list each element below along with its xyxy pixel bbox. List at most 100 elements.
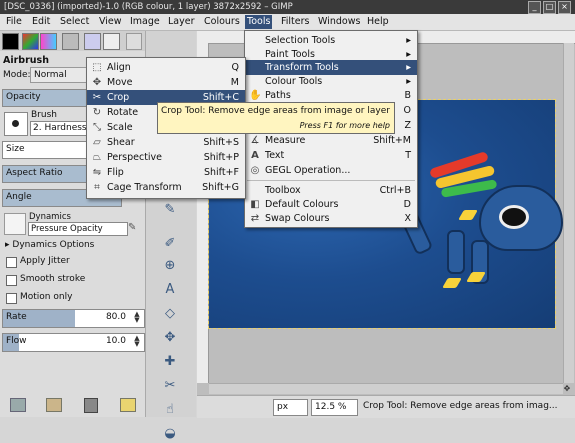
menu-windows[interactable]: Windows	[316, 15, 362, 29]
navigate-icon[interactable]: ✥	[562, 384, 572, 393]
menu-filters[interactable]: Filters	[279, 15, 311, 29]
brush-tab-icon[interactable]	[62, 33, 79, 50]
rate-label: Rate	[6, 312, 27, 322]
fg-colour-icon[interactable]	[2, 33, 19, 50]
menu-item-shortcut: Shift+S	[203, 137, 239, 148]
tooltip-hint: Press F1 for more help	[299, 121, 390, 130]
zoom-tool-icon[interactable]: ⊕	[161, 257, 179, 275]
menu-item-selection-tools[interactable]: Selection Tools ▸	[245, 33, 417, 48]
menu-item-swap-colours[interactable]: ⇄ Swap Colours X	[245, 211, 417, 226]
menu-item-label: Paths	[265, 90, 291, 101]
tool-options-title: Airbrush	[3, 55, 49, 66]
rate-slider[interactable]: Rate 80.0 ▲ ▼	[2, 309, 145, 328]
menu-tools[interactable]: Tools	[245, 15, 273, 29]
rate-spin-icon[interactable]: ▲ ▼	[131, 311, 143, 324]
flow-slider[interactable]: Flow 10.0 ▲ ▼	[2, 333, 145, 352]
paintbrush-tool-icon[interactable]: ✎	[161, 201, 179, 219]
menu-item-move[interactable]: ✥ Move M	[87, 75, 245, 90]
aspect-ratio-label: Aspect Ratio	[6, 168, 63, 178]
gradient-icon[interactable]	[40, 33, 57, 50]
menu-item-label: Colour Tools	[265, 76, 323, 87]
brush-preview[interactable]	[4, 112, 28, 136]
menu-colours[interactable]: Colours	[202, 15, 242, 29]
minimize-button[interactable]: _	[528, 1, 541, 14]
swap-colours-icon: ⇄	[250, 213, 260, 224]
menu-item-align[interactable]: ⬚ Align Q	[87, 60, 245, 75]
close-button[interactable]: ×	[558, 1, 571, 14]
menu-item-label: Align	[107, 62, 131, 73]
menu-file[interactable]: File	[4, 15, 24, 29]
menu-item-toolbox[interactable]: Toolbox Ctrl+B	[245, 183, 417, 198]
delete-options-icon[interactable]	[84, 398, 98, 413]
menu-item-label: Scale	[107, 122, 133, 133]
dynamics-field[interactable]: Pressure Opacity	[28, 222, 128, 236]
menu-item-flip[interactable]: ⇋ Flip Shift+F	[87, 165, 245, 180]
smooth-stroke-checkbox[interactable]	[6, 275, 17, 286]
reset-options-icon[interactable]	[120, 398, 136, 412]
menu-item-shortcut: B	[404, 90, 411, 101]
mode-select[interactable]: Normal	[30, 67, 93, 83]
menu-bar: File Edit Select View Image Layer Colour…	[0, 14, 575, 31]
motion-only-checkbox[interactable]	[6, 293, 17, 304]
menu-item-cage-transform[interactable]: ⌗ Cage Transform Shift+G	[87, 180, 245, 195]
path-tool-icon[interactable]: ◇	[161, 305, 179, 323]
menu-item-shortcut: Shift+G	[202, 182, 239, 193]
save-options-icon[interactable]	[10, 398, 26, 412]
smudge-tool-icon[interactable]: ☝	[161, 401, 179, 419]
menu-item-shear[interactable]: ▱ Shear Shift+S	[87, 135, 245, 150]
palette-icon[interactable]	[22, 33, 39, 50]
menu-item-label: Move	[107, 77, 133, 88]
dynamics-options-expander[interactable]: ▸ Dynamics Options	[5, 240, 94, 250]
menu-item-label: Swap Colours	[265, 213, 330, 224]
menu-item-default-colours[interactable]: ◧ Default Colours D	[245, 197, 417, 212]
eraser-tool-icon[interactable]: ✂	[161, 377, 179, 395]
histogram-icon[interactable]	[84, 33, 101, 50]
scale-icon: ⤡	[93, 122, 101, 133]
move-tool-icon[interactable]: ✥	[161, 329, 179, 347]
submenu-arrow-icon: ▸	[406, 62, 411, 73]
menu-item-label: Transform Tools	[265, 62, 339, 73]
edit-dynamics-icon[interactable]: ✎	[128, 222, 140, 234]
flow-spin-icon[interactable]: ▲ ▼	[131, 335, 143, 348]
apply-jitter-label: Apply Jitter	[20, 256, 70, 266]
menu-image[interactable]: Image	[128, 15, 162, 29]
color-picker-tool-icon[interactable]: ✐	[161, 235, 179, 253]
cutie-mark-bolt	[442, 278, 462, 288]
horizontal-scrollbar[interactable]	[209, 383, 563, 394]
menu-item-shortcut: Ctrl+B	[379, 185, 411, 196]
layers-tab-icon[interactable]	[103, 33, 120, 50]
dodge-tool-icon[interactable]: ◒	[161, 425, 179, 443]
menu-item-label: Default Colours	[265, 199, 339, 210]
maximize-button[interactable]: □	[543, 1, 556, 14]
opacity-label: Opacity	[6, 92, 41, 102]
brush-label: Brush	[31, 110, 57, 120]
menu-item-measure[interactable]: ∡ Measure Shift+M	[245, 133, 417, 148]
menu-select[interactable]: Select	[58, 15, 91, 29]
menu-item-text[interactable]: A Text T	[245, 148, 417, 163]
unit-select[interactable]: px	[273, 399, 308, 416]
title-bar: [DSC_0336] (imported)-1.0 (RGB colour, 1…	[0, 0, 575, 14]
pony-leg	[447, 230, 465, 274]
submenu-arrow-icon: ▸	[406, 76, 411, 87]
menu-view[interactable]: View	[97, 15, 124, 29]
zoom-select[interactable]: 12.5 %	[311, 399, 358, 416]
menu-item-shortcut: O	[403, 105, 411, 116]
unit-value: px	[277, 402, 289, 412]
menu-item-perspective[interactable]: ⏢ Perspective Shift+P	[87, 150, 245, 165]
menu-item-paths[interactable]: ✋ Paths B	[245, 88, 417, 103]
text-tool-icon[interactable]: A	[161, 281, 179, 299]
menu-item-shortcut: Shift+P	[203, 152, 239, 163]
apply-jitter-checkbox[interactable]	[6, 257, 17, 268]
menu-layer[interactable]: Layer	[166, 15, 197, 29]
heal-tool-icon[interactable]: ✚	[161, 353, 179, 371]
menu-edit[interactable]: Edit	[30, 15, 52, 29]
menu-help[interactable]: Help	[365, 15, 391, 29]
menu-item-transform-tools[interactable]: Transform Tools ▸	[245, 60, 417, 75]
menu-item-colour-tools[interactable]: Colour Tools ▸	[245, 74, 417, 89]
dynamics-preview-icon[interactable]	[4, 213, 26, 235]
vertical-scrollbar[interactable]	[563, 43, 574, 383]
tab-menu-icon[interactable]	[126, 33, 142, 50]
gegl-icon: ◎	[250, 165, 260, 176]
restore-options-icon[interactable]	[46, 398, 62, 412]
menu-item-gegl-operation[interactable]: ◎ GEGL Operation...	[245, 163, 417, 178]
